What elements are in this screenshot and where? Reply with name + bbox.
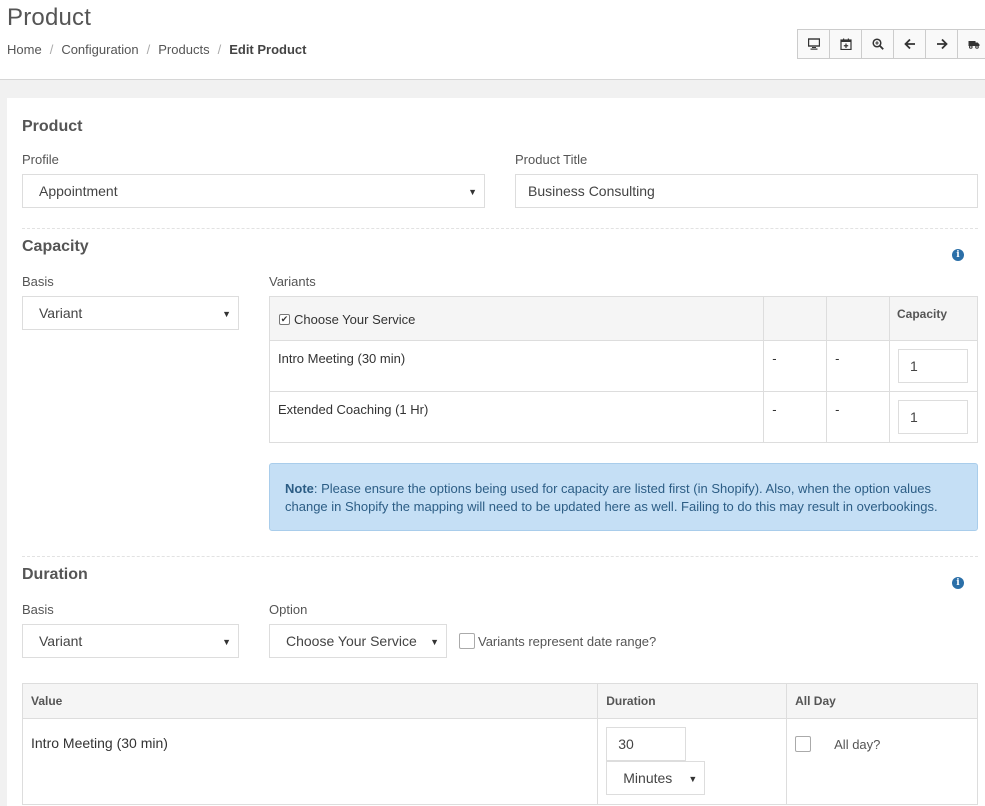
section-divider [22,228,978,229]
chevron-down-icon: ▼ [468,187,477,197]
capacity-cell: 1 [889,391,978,443]
variant-name-cell: Intro Meeting (30 min) [268,340,765,392]
note-label: Note [285,481,314,496]
allday-checkbox[interactable] [795,736,812,752]
duration-basis-select[interactable]: Variant ▼ [22,624,239,658]
variant-name-cell: Extended Coaching (1 Hr) [268,391,765,443]
capacity-cell: 1 [889,340,978,392]
toolbar [797,29,985,59]
note-text: : Please ensure the options being used f… [285,481,938,514]
breadcrumb-separator: / [146,42,151,57]
product-title-value: Business Consulting [528,183,655,199]
next-button[interactable] [925,29,958,59]
desktop-icon [807,38,820,50]
table-header-row: Value Duration All Day [21,683,978,719]
variant-option-cell: - [826,340,890,392]
table-header-allday: All Day [786,683,978,719]
allday-label: All day? [834,736,881,752]
date-range-checkbox[interactable] [459,633,475,649]
table-header-value: Value [21,683,599,719]
zoom-button[interactable] [861,29,894,59]
table-header-capacity: Capacity [889,296,978,341]
duration-option-select[interactable]: Choose Your Service ▼ [269,624,447,658]
capacity-basis-label: Basis [22,274,54,289]
chevron-down-icon: ▼ [222,309,231,319]
product-panel: Product Profile Appointment ▼ Product Ti… [7,98,985,806]
breadcrumb-edit-product: Edit Product [229,42,307,57]
product-section-title: Product [22,118,83,135]
capacity-basis-value: Variant [39,305,83,321]
capacity-note: Note: Please ensure the options being us… [269,463,978,531]
truck-icon [968,41,979,49]
date-range-label: Variants represent date range? [478,633,657,649]
duration-unit-select[interactable]: Minutes ▼ [606,761,706,795]
capacity-basis-select[interactable]: Variant ▼ [22,296,239,330]
table-header-cell: ✔ Choose Your Service [268,296,765,341]
duration-option-value: Choose Your Service [286,633,417,649]
duration-value-cell: Intro Meeting (30 min) [21,718,599,805]
duration-unit-value: Minutes [623,770,673,786]
duration-option-label: Option [269,602,308,617]
chevron-down-icon: ▼ [430,637,439,647]
capacity-section-title: Capacity [22,238,89,255]
table-header-cell [826,296,890,341]
capacity-input[interactable]: 1 [898,349,968,383]
duration-input[interactable]: 30 [606,727,687,761]
calendar-add-button[interactable] [829,29,862,59]
shipping-button[interactable] [957,29,985,59]
allday-cell: All day? [786,718,978,805]
page-header: Product Home / Configuration / Products / Edit… [0,0,985,80]
info-icon[interactable]: i [952,249,964,261]
table-header-row: ✔ Choose Your Service Capacity [268,296,978,341]
product-title-label: Product Title [515,152,588,167]
breadcrumb-configuration[interactable]: Configuration [61,42,138,57]
chevron-down-icon: ▼ [222,637,231,647]
product-title-input[interactable]: Business Consulting [515,174,978,208]
breadcrumb-home[interactable]: Home [7,42,42,57]
profile-label: Profile [22,152,59,167]
variant-option-cell: - [763,391,828,443]
date-range-toggle: Variants represent date range? [459,633,656,649]
profile-select-value: Appointment [39,183,118,199]
zoom-in-icon [871,38,884,50]
breadcrumb-separator: / [49,42,54,57]
breadcrumb: Home / Configuration / Products / Edit Product [7,42,306,57]
desktop-button[interactable] [797,29,830,59]
info-icon[interactable]: i [952,577,964,589]
option-checkbox[interactable]: ✔ [279,314,290,325]
profile-select[interactable]: Appointment ▼ [22,174,485,208]
table-header-cell [763,296,828,341]
variants-label: Variants [269,274,316,289]
arrow-right-icon [936,38,948,50]
previous-button[interactable] [893,29,926,59]
capacity-input[interactable]: 1 [898,400,968,434]
table-header-duration: Duration [597,683,788,719]
duration-basis-label: Basis [22,602,54,617]
table-row: Intro Meeting (30 min) 30 Minutes ▼ All … [21,718,978,805]
calendar-add-icon [839,38,852,50]
chevron-down-icon: ▼ [688,774,698,784]
breadcrumb-products[interactable]: Products [158,42,209,57]
page-title: Product [7,4,92,31]
breadcrumb-separator: / [217,42,222,57]
arrow-left-icon [903,38,915,50]
table-row: Extended Coaching (1 Hr) - - 1 [268,391,978,443]
duration-basis-value: Variant [39,633,83,649]
variants-capacity-table: ✔ Choose Your Service Capacity Intro Mee… [268,296,978,443]
table-header-option: Choose Your Service [294,312,416,327]
duration-cell: 30 Minutes ▼ [597,718,788,805]
variant-option-cell: - [763,340,828,392]
duration-table: Value Duration All Day Intro Meeting (30… [21,683,978,805]
section-divider [22,556,978,557]
table-row: Intro Meeting (30 min) - - 1 [268,340,978,392]
duration-section-title: Duration [22,566,88,583]
variant-option-cell: - [826,391,890,443]
